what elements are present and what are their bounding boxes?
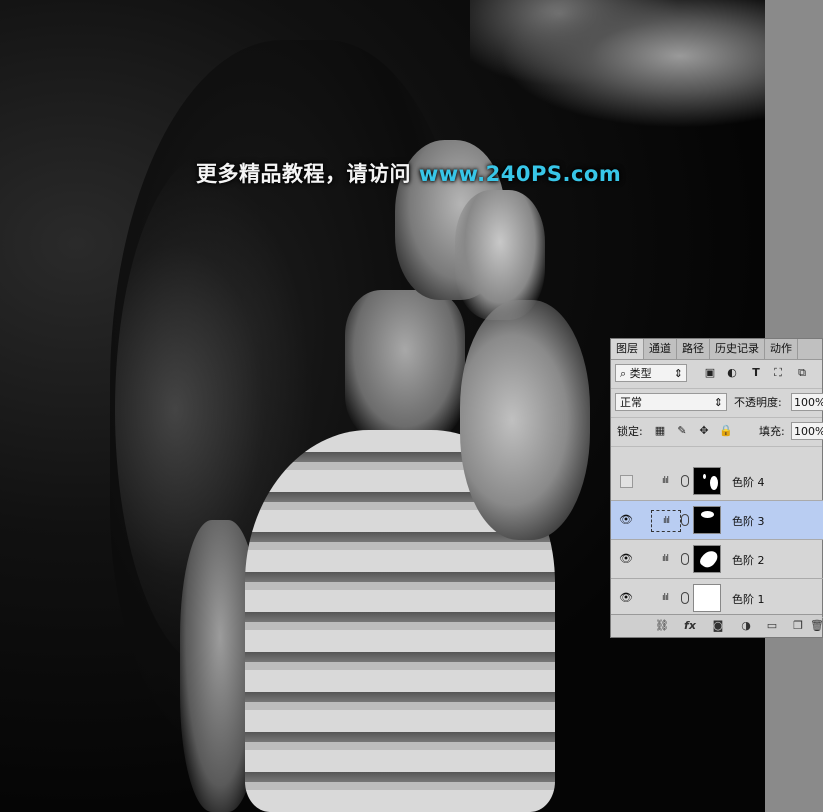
filter-row: ⌕ 类型 ⇕ ▣ ◐ T ⛶ ⧉ xyxy=(611,360,822,389)
mask-icon[interactable]: ◙ xyxy=(711,619,725,633)
eye-icon[interactable]: 👁 xyxy=(619,591,633,605)
layer-row-selected[interactable]: 👁 ılıl 色阶 3 xyxy=(611,501,823,540)
shape-filter-icon[interactable]: ⛶ xyxy=(771,366,785,380)
move-icon[interactable]: ✥ xyxy=(697,424,711,438)
lock-pixels-icon[interactable]: ▦ xyxy=(653,424,667,438)
link-icon[interactable] xyxy=(681,592,689,604)
link-icon[interactable] xyxy=(681,475,689,487)
layer-name[interactable]: 色阶 1 xyxy=(732,591,765,607)
link-icon[interactable]: ⛓ xyxy=(655,619,669,633)
eye-icon[interactable]: 👁 xyxy=(619,513,633,527)
tab-channels[interactable]: 通道 xyxy=(644,339,677,359)
panel-footer: ⛓ fx ◙ ◑ ▭ ❐ 🗑 xyxy=(611,614,823,637)
blend-mode-select[interactable]: 正常 ⇕ xyxy=(615,393,727,411)
trash-icon[interactable]: 🗑 xyxy=(810,619,823,633)
filter-kind-label: 类型 xyxy=(629,367,652,380)
lock-label: 锁定: xyxy=(617,425,643,438)
tab-actions[interactable]: 动作 xyxy=(765,339,798,359)
new-layer-icon[interactable]: ❐ xyxy=(791,619,805,633)
lock-icon[interactable]: 🔒 xyxy=(719,424,733,438)
layer-row[interactable]: 👁 ılıl 色阶 1 xyxy=(611,579,823,618)
image-filter-icon[interactable]: ▣ xyxy=(703,366,717,380)
layers-panel: 图层 通道 路径 历史记录 动作 ⌕ 类型 ⇕ ▣ ◐ T ⛶ ⧉ 正常 ⇕ 不… xyxy=(610,338,823,638)
stepper-icon: ⇕ xyxy=(673,367,683,380)
link-icon[interactable] xyxy=(681,553,689,565)
brush-icon[interactable]: ✎ xyxy=(675,424,689,438)
adjustment-icon[interactable]: ◑ xyxy=(739,619,753,633)
smart-filter-icon[interactable]: ⧉ xyxy=(795,366,809,380)
fill-label: 填充: xyxy=(759,425,785,438)
blend-row: 正常 ⇕ 不透明度: 100% xyxy=(611,389,823,418)
panel-tabs: 图层 通道 路径 历史记录 动作 xyxy=(611,339,822,360)
levels-icon: ılıl xyxy=(661,554,669,564)
lock-row: 锁定: ▦ ✎ ✥ 🔒 填充: 100% xyxy=(611,418,823,447)
layer-name[interactable]: 色阶 4 xyxy=(732,474,765,490)
hand xyxy=(455,190,545,320)
search-icon: ⌕ xyxy=(620,367,627,380)
layer-name[interactable]: 色阶 3 xyxy=(732,513,765,529)
layer-row[interactable]: ılıl 色阶 4 xyxy=(611,462,823,501)
layer-name[interactable]: 色阶 2 xyxy=(732,552,765,568)
layer-mask-thumbnail[interactable] xyxy=(693,506,721,534)
layer-mask-thumbnail[interactable] xyxy=(693,584,721,612)
blend-mode-label: 正常 xyxy=(620,396,642,409)
right-arm xyxy=(460,300,590,540)
tab-paths[interactable]: 路径 xyxy=(677,339,710,359)
levels-icon: ılıl xyxy=(661,593,669,603)
adjust-filter-icon[interactable]: ◐ xyxy=(725,366,739,380)
eye-icon[interactable]: 👁 xyxy=(619,552,633,566)
opacity-input[interactable]: 100% xyxy=(791,393,823,411)
levels-icon: ılıl xyxy=(651,510,681,532)
watermark-url: www.240PS.com xyxy=(418,162,622,186)
fx-icon[interactable]: fx xyxy=(683,619,697,633)
levels-icon: ılıl xyxy=(661,476,669,486)
filter-kind-select[interactable]: ⌕ 类型 ⇕ xyxy=(615,364,687,382)
link-icon[interactable] xyxy=(681,514,689,526)
layer-mask-thumbnail[interactable] xyxy=(693,545,721,573)
fill-input[interactable]: 100% xyxy=(791,422,823,440)
tab-history[interactable]: 历史记录 xyxy=(710,339,765,359)
tree-leaves xyxy=(470,0,765,140)
tab-layers[interactable]: 图层 xyxy=(611,339,644,359)
layer-row[interactable]: 👁 ılıl 色阶 2 xyxy=(611,540,823,579)
folder-icon[interactable]: ▭ xyxy=(765,619,779,633)
type-filter-icon[interactable]: T xyxy=(749,366,763,380)
neck xyxy=(345,290,465,440)
visibility-toggle[interactable] xyxy=(620,475,633,488)
opacity-label: 不透明度: xyxy=(734,396,782,409)
watermark: 更多精品教程，请访问 www.240PS.com xyxy=(196,158,621,188)
stepper-icon: ⇕ xyxy=(713,396,723,409)
layer-mask-thumbnail[interactable] xyxy=(693,467,721,495)
watermark-text: 更多精品教程，请访问 xyxy=(196,162,419,186)
